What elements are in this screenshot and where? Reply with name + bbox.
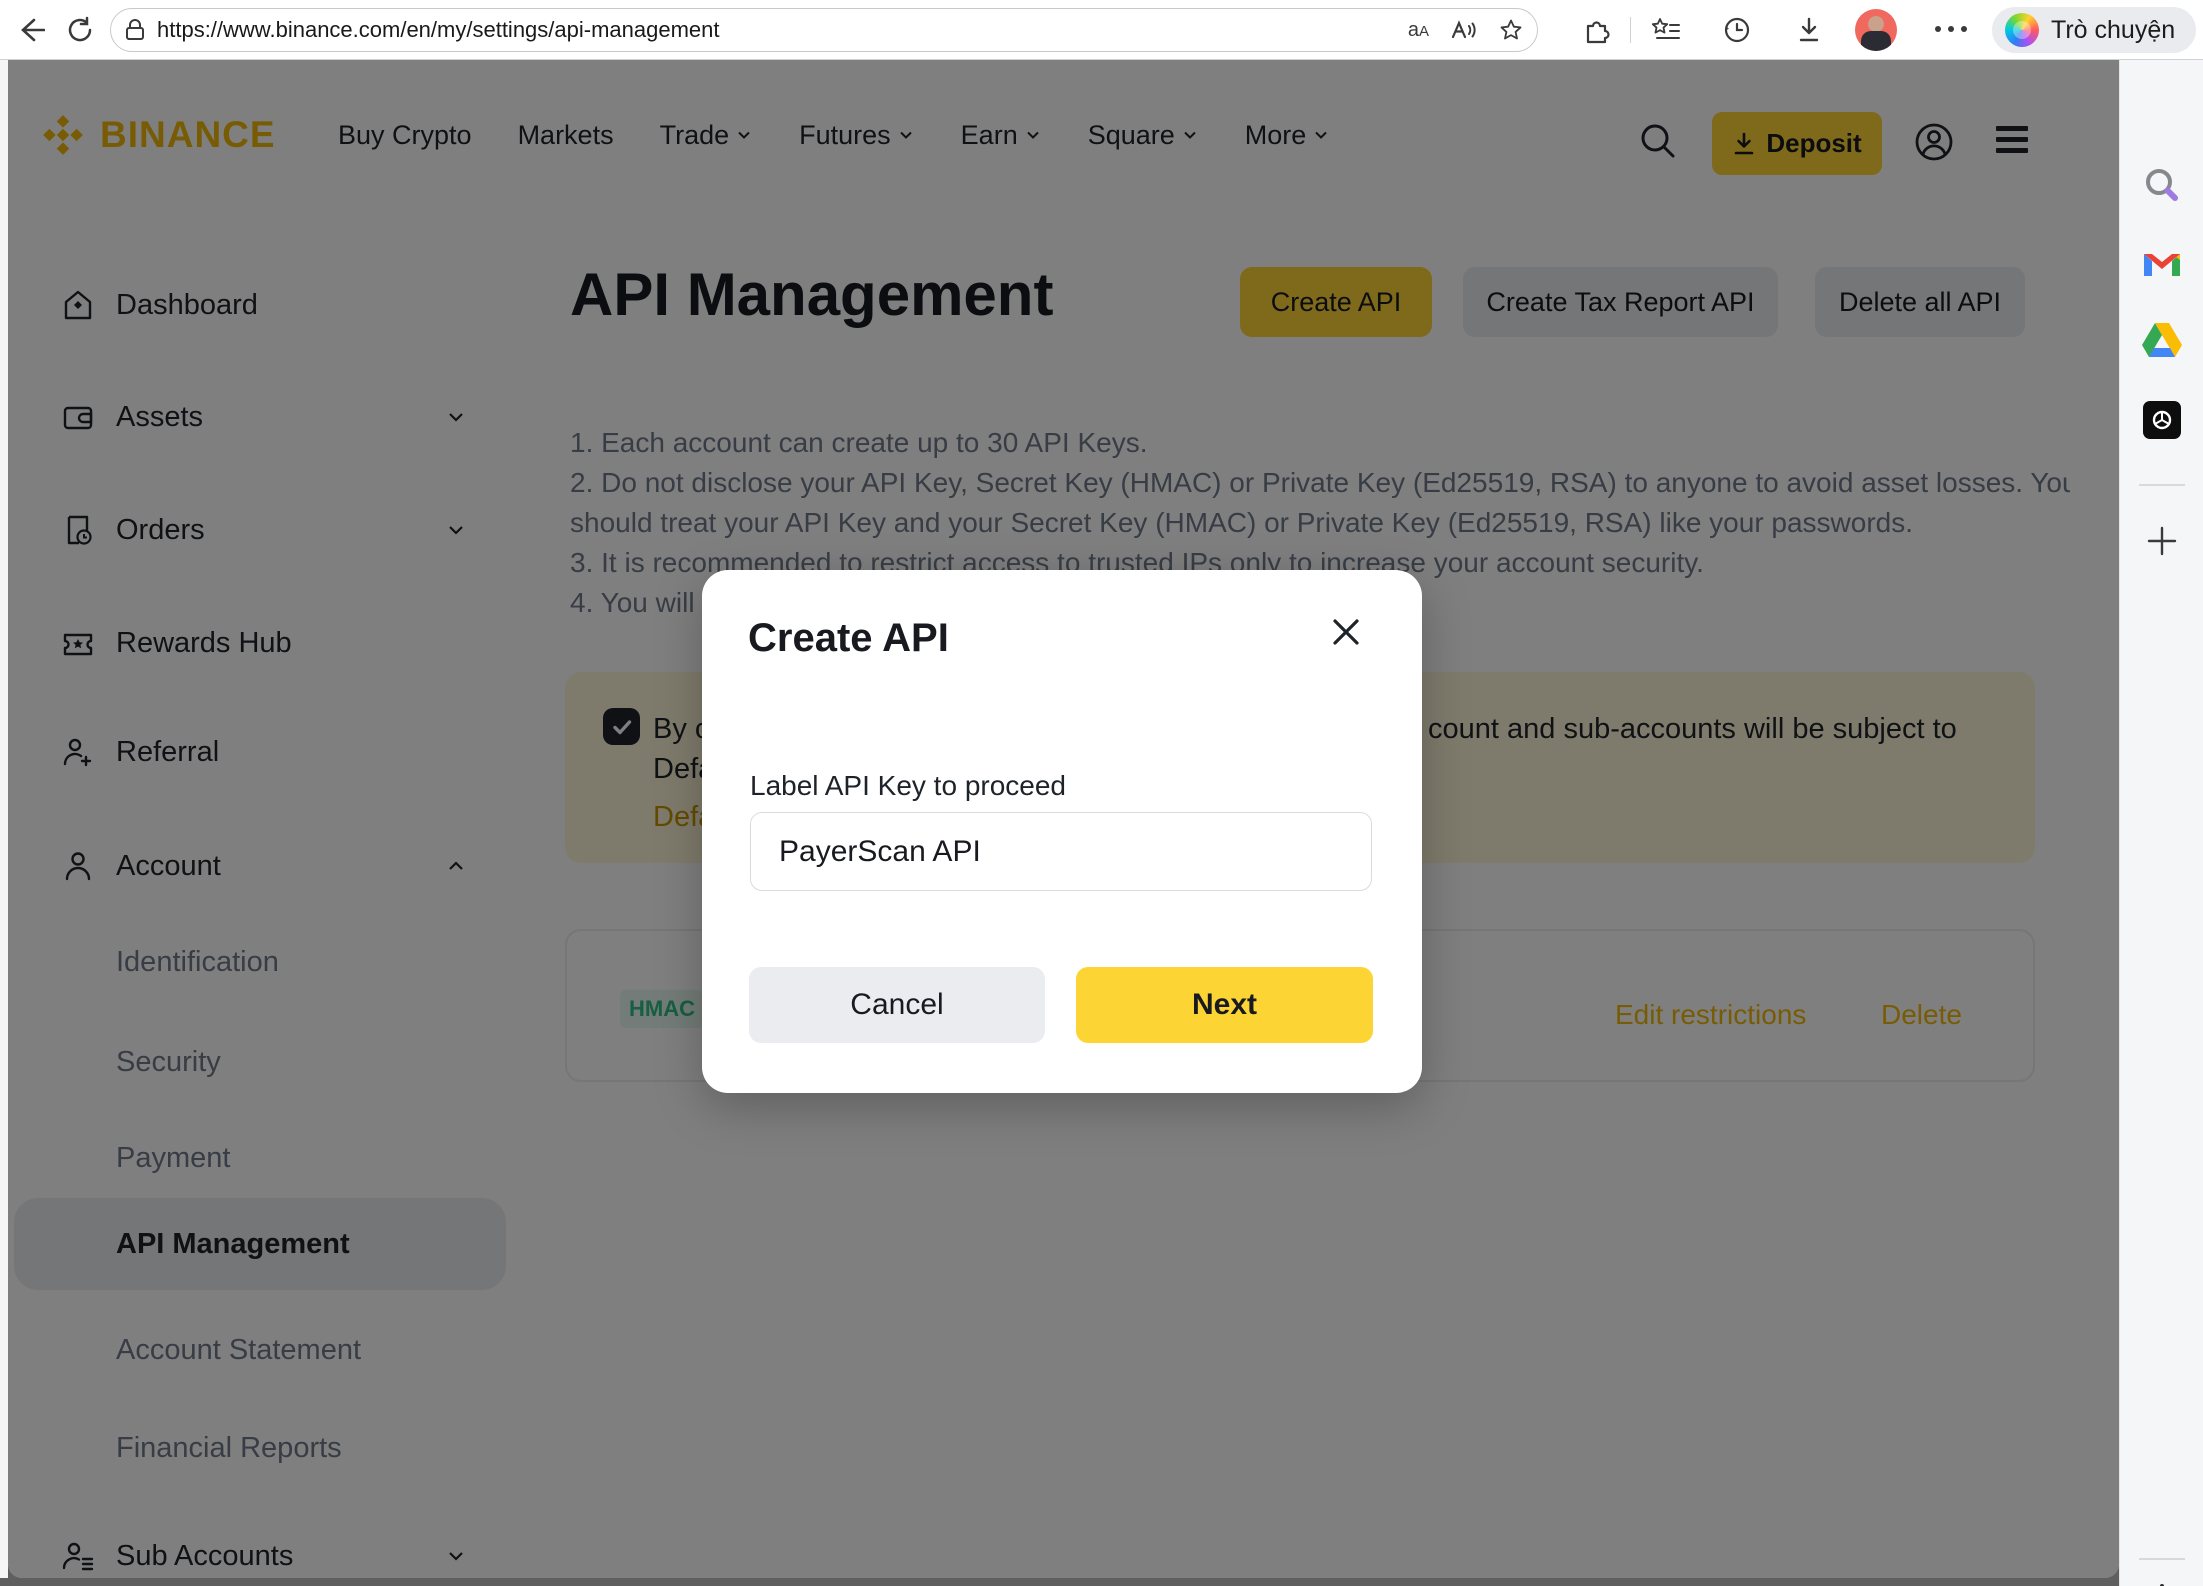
favorites-list-icon[interactable] xyxy=(1644,8,1688,52)
toolbar-divider xyxy=(1630,17,1631,43)
next-button[interactable]: Next xyxy=(1076,967,1373,1043)
browser-profile-avatar[interactable] xyxy=(1855,9,1897,51)
sidebar-search-icon[interactable] xyxy=(2141,164,2183,206)
downloads-icon[interactable] xyxy=(1787,8,1831,52)
url-text[interactable]: https://www.binance.com/en/my/settings/a… xyxy=(157,17,720,43)
chatgpt-icon[interactable] xyxy=(2143,401,2181,439)
extensions-icon[interactable] xyxy=(1575,8,1619,52)
translate-icon[interactable]: aA xyxy=(1408,19,1429,42)
close-icon[interactable] xyxy=(1326,612,1366,652)
api-key-label-text: Label API Key to proceed xyxy=(750,770,1066,802)
refresh-icon[interactable] xyxy=(58,8,102,52)
copilot-label: Trò chuyện xyxy=(2051,16,2175,45)
copilot-logo-icon xyxy=(2005,13,2039,47)
address-bar[interactable]: https://www.binance.com/en/my/settings/a… xyxy=(110,8,1538,52)
modal-title: Create API xyxy=(748,616,949,661)
browser-window: https://www.binance.com/en/my/settings/a… xyxy=(0,0,2203,1586)
back-icon[interactable] xyxy=(8,8,52,52)
google-drive-icon[interactable] xyxy=(2142,322,2182,358)
sidebar-divider xyxy=(2139,484,2185,486)
settings-gear-icon[interactable] xyxy=(2142,1581,2182,1586)
add-sidebar-item-icon[interactable] xyxy=(2147,526,2177,556)
browser-menu-icon[interactable] xyxy=(1935,26,1967,32)
browser-toolbar: https://www.binance.com/en/my/settings/a… xyxy=(0,0,2203,60)
edge-sidebar xyxy=(2119,60,2203,1586)
favorite-star-icon[interactable] xyxy=(1499,18,1523,42)
window-left-edge xyxy=(0,60,8,1578)
lock-icon xyxy=(125,19,145,41)
sidebar-divider-bottom xyxy=(2139,1558,2185,1560)
cancel-button[interactable]: Cancel xyxy=(749,967,1045,1043)
history-icon[interactable] xyxy=(1715,8,1759,52)
api-key-name-input[interactable] xyxy=(750,812,1372,891)
binance-page: BINANCE Buy Crypto Markets Trade Futures… xyxy=(8,60,2119,1578)
read-aloud-icon[interactable] xyxy=(1451,19,1477,41)
create-api-modal: Create API Label API Key to proceed Canc… xyxy=(702,570,1422,1093)
gmail-icon[interactable] xyxy=(2142,248,2182,278)
copilot-button[interactable]: Trò chuyện xyxy=(1992,7,2196,53)
